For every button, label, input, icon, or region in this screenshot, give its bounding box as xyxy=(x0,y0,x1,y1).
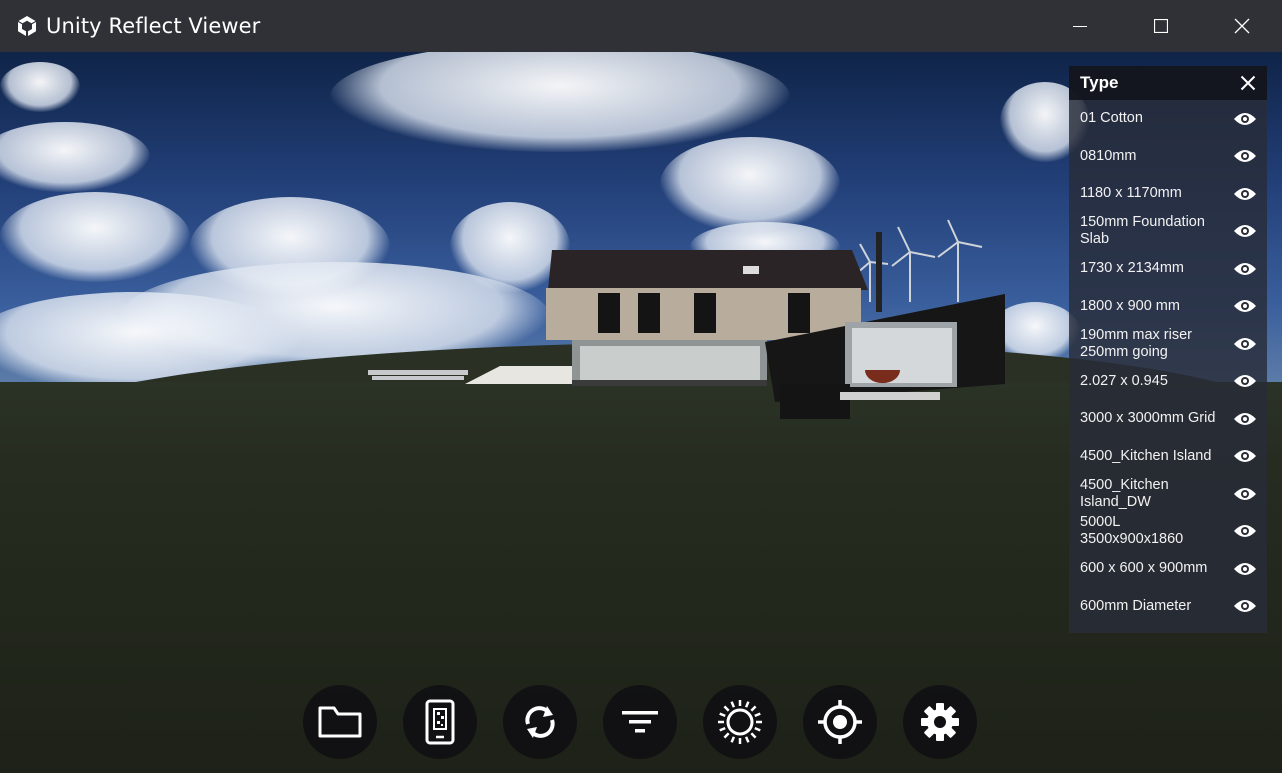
list-item[interactable]: 1180 x 1170mm xyxy=(1069,175,1267,213)
eye-icon[interactable] xyxy=(1233,261,1257,277)
eye-icon[interactable] xyxy=(1233,411,1257,427)
filter-icon xyxy=(622,711,658,733)
panel-header: Type xyxy=(1069,66,1267,100)
eye-icon[interactable] xyxy=(1233,373,1257,389)
list-item-label: 600mm Diameter xyxy=(1080,597,1192,614)
target-icon xyxy=(818,700,862,744)
panel-close-button[interactable] xyxy=(1239,74,1257,92)
list-item-label: 190mm max riser 250mm going xyxy=(1080,326,1192,360)
title-bar: Unity Reflect Viewer xyxy=(0,0,1282,52)
list-item[interactable]: 150mm Foundation Slab xyxy=(1069,213,1267,251)
bottom-toolbar xyxy=(303,685,977,759)
eye-icon[interactable] xyxy=(1233,561,1257,577)
list-item-label: 01 Cotton xyxy=(1080,110,1143,127)
list-item-label: 5000L 3500x900x1860 xyxy=(1080,514,1184,548)
list-item[interactable]: 4500_Kitchen Island xyxy=(1069,438,1267,476)
minimize-icon xyxy=(1072,26,1087,27)
qr-connect-button[interactable] xyxy=(403,685,477,759)
list-item-label: 1180 x 1170mm xyxy=(1080,185,1182,202)
close-icon xyxy=(1240,75,1256,91)
minimize-button[interactable] xyxy=(1039,0,1120,52)
list-item-label: 3000 x 3000mm Grid xyxy=(1080,410,1216,427)
locate-button[interactable] xyxy=(803,685,877,759)
3d-viewport[interactable]: Type 01 Cotton 0810mm 1180 x 1170mm 150m… xyxy=(0,52,1282,773)
settings-button[interactable] xyxy=(903,685,977,759)
sun-icon xyxy=(718,700,762,744)
close-icon xyxy=(1234,18,1249,34)
eye-icon[interactable] xyxy=(1233,523,1257,539)
list-item[interactable]: 600 x 600 x 900mm xyxy=(1069,550,1267,588)
list-item[interactable]: 3000 x 3000mm Grid xyxy=(1069,400,1267,438)
gear-icon xyxy=(921,703,959,741)
maximize-icon xyxy=(1153,19,1168,33)
list-item-label: 0810mm xyxy=(1080,147,1137,164)
eye-icon[interactable] xyxy=(1233,223,1257,239)
eye-icon[interactable] xyxy=(1233,148,1257,164)
list-item[interactable]: 5000L 3500x900x1860 xyxy=(1069,513,1267,551)
window-title: Unity Reflect Viewer xyxy=(46,14,261,38)
list-item-label: 4500_Kitchen Island_DW xyxy=(1080,476,1169,510)
type-filter-panel: Type 01 Cotton 0810mm 1180 x 1170mm 150m… xyxy=(1069,66,1267,633)
list-item-label: 1730 x 2134mm xyxy=(1080,260,1184,277)
sync-icon xyxy=(525,706,555,738)
open-project-button[interactable] xyxy=(303,685,377,759)
eye-icon[interactable] xyxy=(1233,486,1257,502)
list-item[interactable]: 190mm max riser 250mm going xyxy=(1069,325,1267,363)
eye-icon[interactable] xyxy=(1233,298,1257,314)
maximize-button[interactable] xyxy=(1120,0,1201,52)
sync-button[interactable] xyxy=(503,685,577,759)
folder-icon xyxy=(318,706,362,738)
eye-icon[interactable] xyxy=(1233,448,1257,464)
list-item-label: 4500_Kitchen Island xyxy=(1080,447,1212,464)
sun-study-button[interactable] xyxy=(703,685,777,759)
eye-icon[interactable] xyxy=(1233,336,1257,352)
list-item-label: 1800 x 900 mm xyxy=(1080,297,1180,314)
list-item[interactable]: 0810mm xyxy=(1069,138,1267,176)
list-item-label: 600 x 600 x 900mm xyxy=(1080,560,1208,577)
close-button[interactable] xyxy=(1201,0,1282,52)
filter-button[interactable] xyxy=(603,685,677,759)
list-item[interactable]: 2.027 x 0.945 xyxy=(1069,363,1267,401)
list-item[interactable]: 1800 x 900 mm xyxy=(1069,288,1267,326)
eye-icon[interactable] xyxy=(1233,598,1257,614)
eye-icon[interactable] xyxy=(1233,186,1257,202)
list-item-label: 150mm Foundation Slab xyxy=(1080,214,1205,248)
type-list: 01 Cotton 0810mm 1180 x 1170mm 150mm Fou… xyxy=(1069,100,1267,625)
list-item[interactable]: 4500_Kitchen Island_DW xyxy=(1069,475,1267,513)
eye-icon[interactable] xyxy=(1233,111,1257,127)
unity-logo-icon xyxy=(14,13,40,39)
panel-title: Type xyxy=(1080,73,1119,92)
phone-qr-icon xyxy=(425,699,455,745)
list-item[interactable]: 01 Cotton xyxy=(1069,100,1267,138)
list-item[interactable]: 1730 x 2134mm xyxy=(1069,250,1267,288)
window-controls xyxy=(1039,0,1282,52)
list-item[interactable]: 600mm Diameter xyxy=(1069,588,1267,626)
list-item-label: 2.027 x 0.945 xyxy=(1080,372,1168,389)
